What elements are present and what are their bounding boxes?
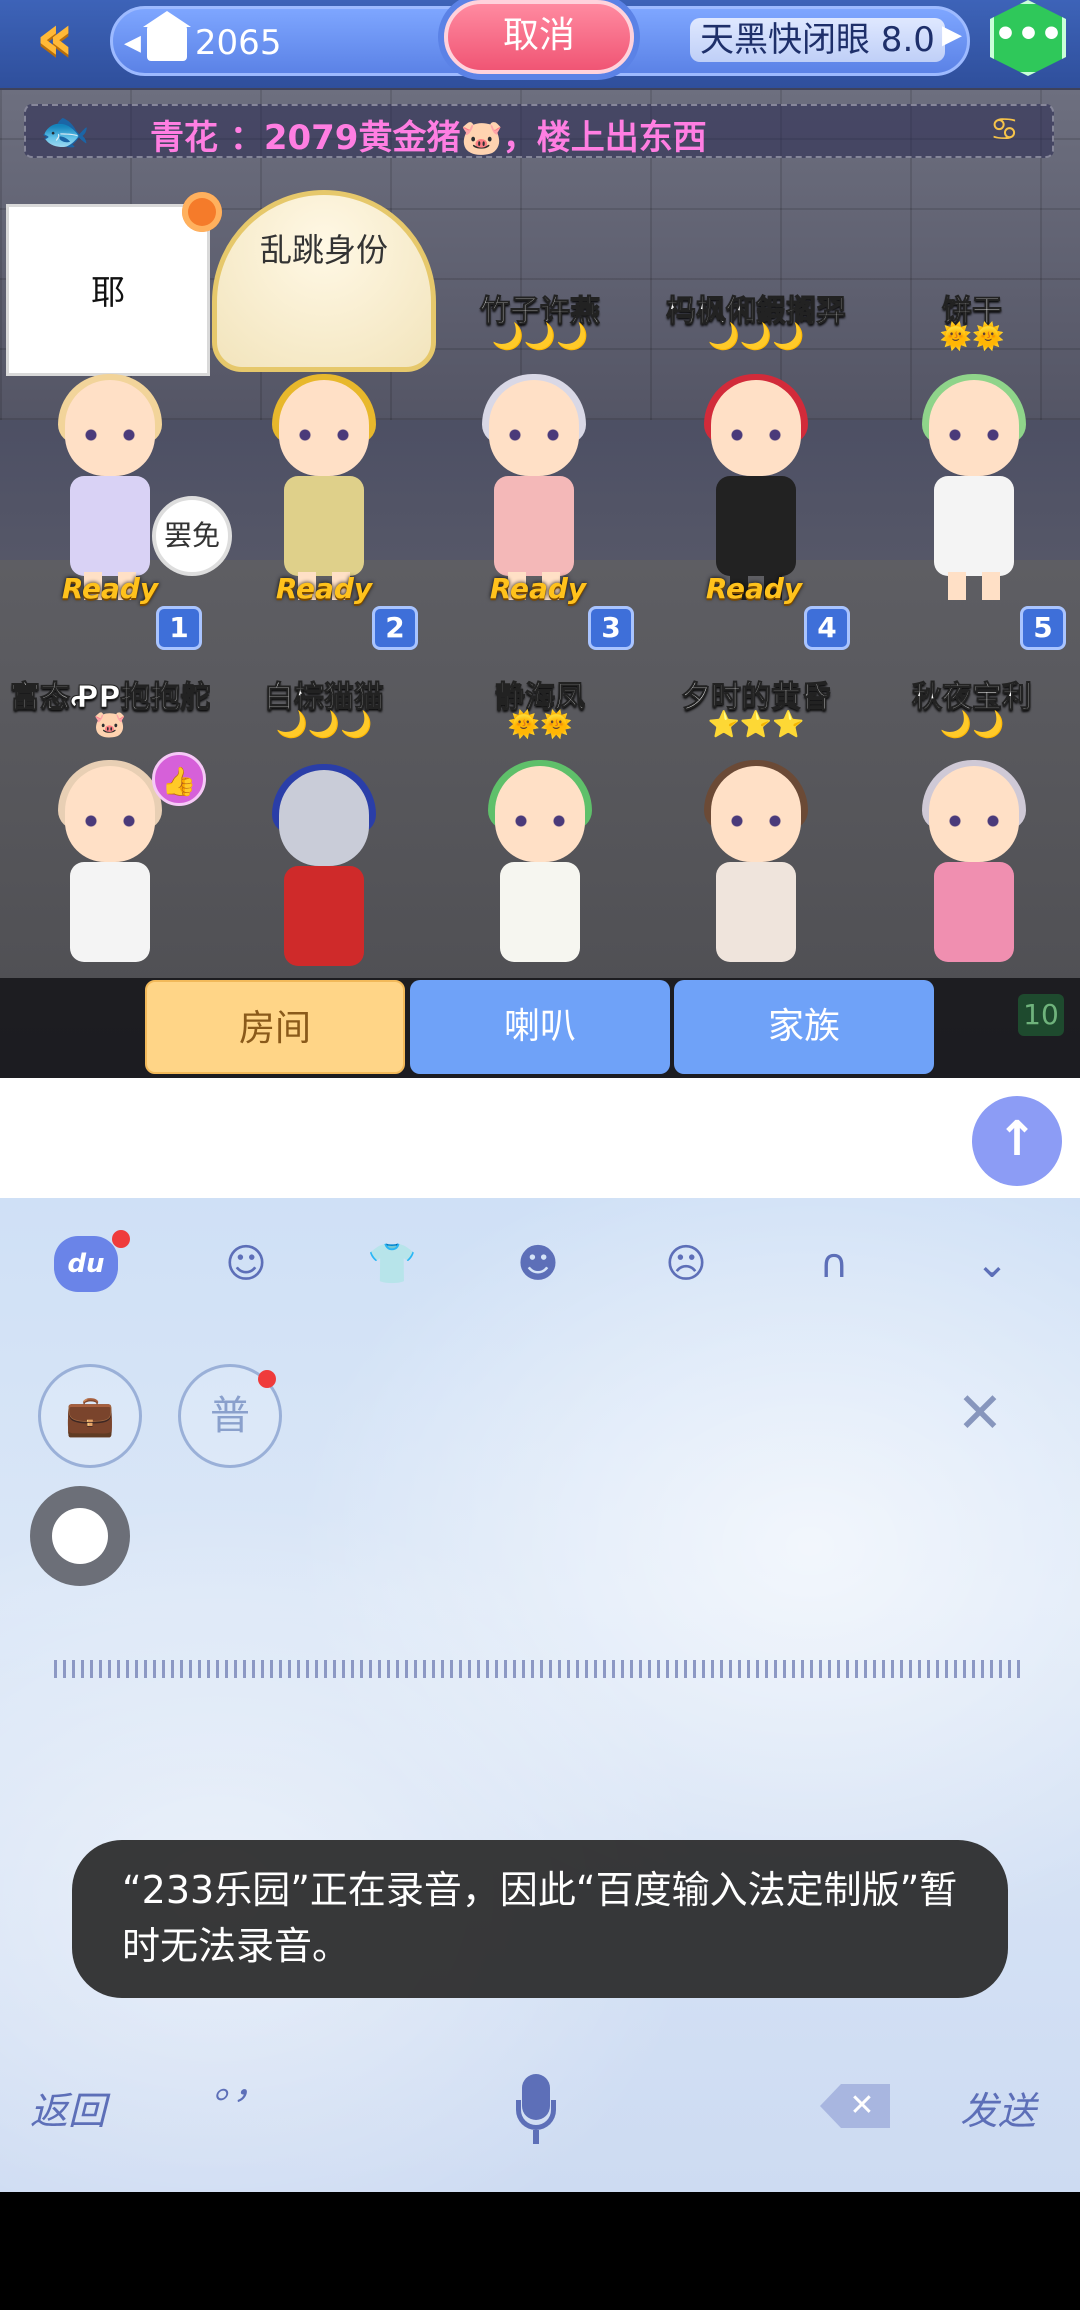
thumbs-up-icon[interactable]: 👍	[152, 752, 206, 806]
zodiac-icon: ♋	[990, 110, 1019, 148]
chevron-left-icon: ◀	[124, 30, 141, 56]
player-10-avatar[interactable]	[904, 760, 1044, 986]
room-number-display[interactable]: ◀ 2065	[124, 11, 282, 68]
du-logo-icon[interactable]: du	[54, 1236, 118, 1292]
avatar-icon[interactable]: ☹	[652, 1232, 720, 1296]
player-3-ready: Ready	[489, 572, 587, 605]
speech-bubble: 耶	[6, 204, 210, 376]
fish-icon: 🐟	[40, 109, 90, 155]
player-6-level: 🐷	[93, 710, 127, 740]
player-4-level: 🌙🌙🌙	[707, 322, 805, 352]
send-button[interactable]: ↑	[972, 1096, 1062, 1186]
microphone-icon[interactable]	[516, 2074, 556, 2146]
back-button[interactable]: ‹‹	[8, 6, 88, 76]
sticker-icon[interactable]: ☻	[504, 1232, 572, 1296]
game-mode-label[interactable]: 天黑快闭眼 8.0	[690, 18, 945, 62]
player-4-ready: Ready	[705, 572, 803, 605]
double-chevron-left-icon: ‹‹	[35, 1, 75, 75]
player-9-avatar[interactable]	[686, 760, 826, 986]
player-8-level: 🌞🌞	[507, 710, 573, 740]
seat-number-2: 2	[372, 606, 418, 650]
player-3-level: 🌙🌙🌙	[491, 322, 589, 352]
vote-out-badge[interactable]: 罢免	[152, 496, 232, 576]
recording-toast: “233乐园”正在录音，因此“百度输入法定制版”暂时无法录音。	[72, 1840, 1008, 1998]
house-icon	[142, 11, 191, 61]
tab-room[interactable]: 房间	[145, 980, 405, 1074]
seat-number-4: 4	[804, 606, 850, 650]
notification-dot	[112, 1230, 130, 1248]
player-5-avatar[interactable]	[904, 374, 1044, 600]
handwriting-icon[interactable]: ∩	[800, 1232, 868, 1296]
room-number: 2065	[194, 23, 282, 63]
player-10-level: 🌙🌙	[939, 710, 1005, 740]
player-8-avatar[interactable]	[470, 760, 610, 986]
voice-waveform	[54, 1660, 1024, 1678]
player-1-avatar[interactable]	[40, 374, 180, 600]
notification-dot	[258, 1370, 276, 1388]
chevron-right-icon[interactable]: ▶	[942, 20, 962, 50]
collapse-keyboard-icon[interactable]: ⌄	[958, 1232, 1026, 1296]
toolbox-button[interactable]: 💼	[38, 1364, 142, 1468]
player-7-level: 🌙🌙🌙	[275, 710, 373, 740]
chat-input[interactable]	[20, 1090, 950, 1186]
emoji-icon[interactable]: ☺	[212, 1232, 280, 1296]
broadcast-message: 青花 ：2079黄金猪🐷，楼上出东西	[150, 118, 707, 158]
keyboard-panel	[0, 1198, 1080, 2192]
player-5-level: 🌞🌞	[939, 322, 1005, 352]
seat-number-10: 10	[1018, 994, 1064, 1036]
player-9-level: ⭐⭐⭐	[707, 710, 805, 740]
seat-number-1: 1	[156, 606, 202, 650]
briefcase-icon: 💼	[65, 1393, 115, 1439]
cancel-button[interactable]: 取消	[444, 0, 634, 74]
player-2-avatar[interactable]	[254, 374, 394, 600]
player-7-avatar[interactable]	[254, 764, 394, 990]
tab-horn[interactable]: 喇叭	[410, 980, 670, 1074]
seat-number-3: 3	[588, 606, 634, 650]
player-1-ready: Ready	[61, 572, 159, 605]
punctuation-key[interactable]: 。，	[214, 2066, 271, 2104]
player-2-ready: Ready	[275, 572, 373, 605]
seat-number-5: 5	[1020, 606, 1066, 650]
close-icon[interactable]: ✕	[950, 1384, 1010, 1444]
flower-icon	[182, 192, 222, 232]
send-key[interactable]: 发送	[960, 2080, 1036, 2135]
system-nav-bar	[0, 2192, 1080, 2310]
voice-mode-toggle[interactable]	[30, 1486, 130, 1586]
return-key[interactable]: 返回	[30, 2080, 106, 2135]
arrow-up-icon: ↑	[996, 1111, 1038, 1167]
player-4-avatar[interactable]	[686, 374, 826, 600]
player-6-avatar[interactable]	[40, 760, 180, 986]
tab-clan[interactable]: 家族	[674, 980, 934, 1074]
player-3-avatar[interactable]	[464, 374, 604, 600]
skin-icon[interactable]: 👕	[358, 1232, 426, 1296]
more-dots-icon: •••	[994, 14, 1064, 55]
